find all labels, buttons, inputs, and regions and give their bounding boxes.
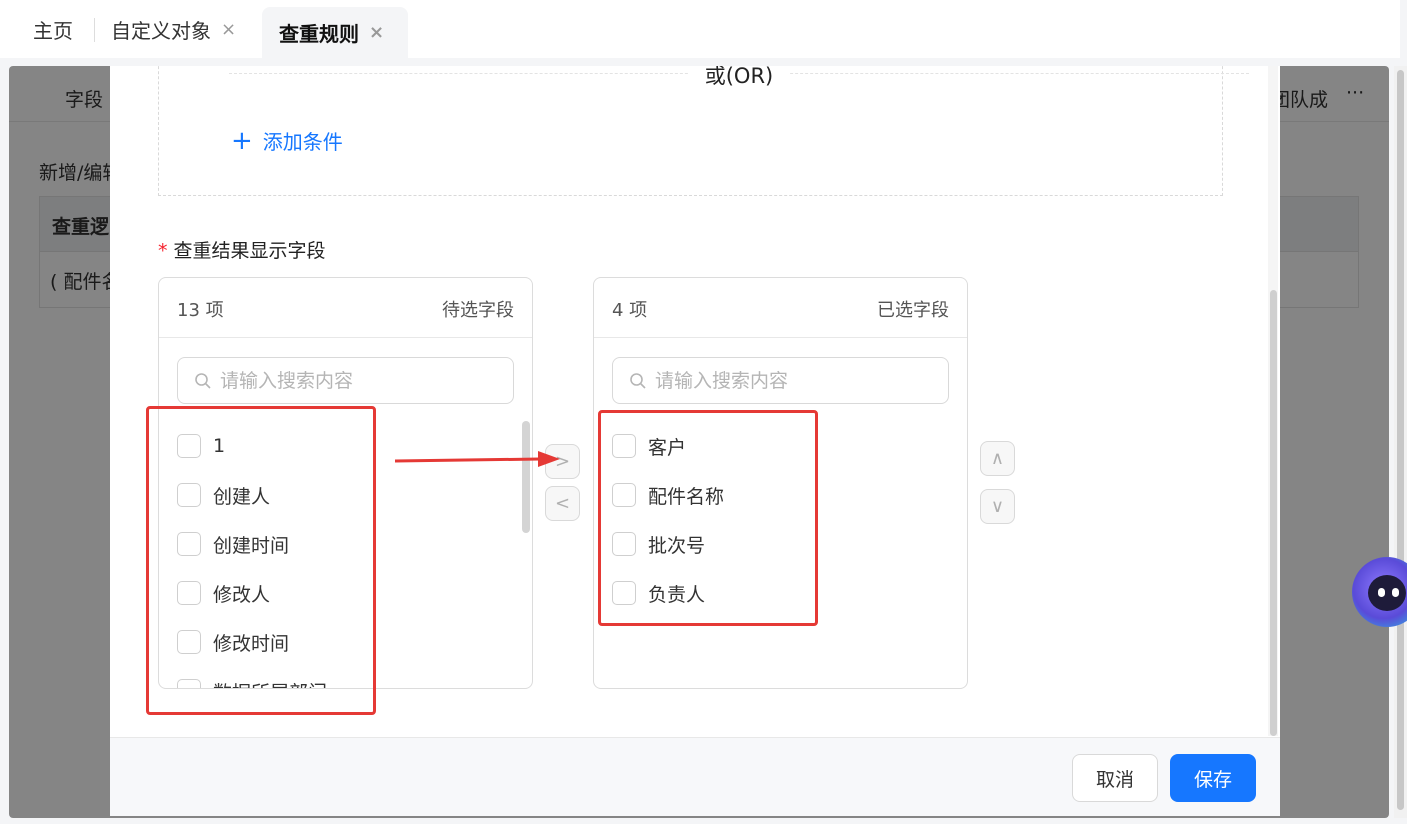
selected-fields-title: 已选字段 [877,300,949,321]
save-button[interactable]: 保存 [1170,754,1256,802]
tab-custom-object[interactable]: 自定义对象 × [111,0,236,58]
selected-fields-count: 4 项 [612,300,648,321]
available-fields-count: 13 项 [177,300,224,321]
add-condition-label: 添加条件 [262,130,343,154]
condition-group: 或(OR) + 添加条件 [158,66,1249,196]
move-up-button[interactable]: ∧ [980,441,1015,476]
display-fields-label: * 查重结果显示字段 [158,236,326,263]
tab-custom-object-label: 自定义对象 [111,18,211,43]
cancel-button[interactable]: 取消 [1072,754,1158,802]
tab-home-label: 主页 [33,18,73,43]
available-fields-search-input[interactable] [220,369,500,392]
available-fields-header: 13 项 待选字段 [159,278,532,338]
search-icon [195,372,211,389]
display-fields-label-text: 查重结果显示字段 [173,240,326,262]
close-icon[interactable]: × [221,19,236,40]
chevron-up-icon: ∧ [990,448,1005,469]
page-scrollbar-thumb[interactable] [1397,70,1404,810]
modal-footer: 取消 保存 [110,737,1280,816]
search-icon [630,372,646,389]
selected-fields-search-input[interactable] [655,369,935,392]
chevron-down-icon: ∨ [990,496,1005,517]
move-left-button[interactable]: < [545,486,580,521]
bot-eye-left [1378,588,1385,597]
available-fields-search[interactable] [177,357,514,404]
tab-home[interactable]: 主页 [33,0,73,58]
selected-fields-search[interactable] [612,357,949,404]
available-fields-title: 待选字段 [442,300,514,321]
chevron-left-icon: < [554,493,571,514]
bot-eye-right [1392,588,1399,597]
close-icon[interactable]: × [369,22,384,43]
plus-icon: + [231,125,253,156]
add-condition-button[interactable]: + 添加条件 [231,126,343,155]
tab-divider [94,18,95,42]
move-down-button[interactable]: ∨ [980,489,1015,524]
tab-dedupe-rules-label: 查重规则 [279,22,359,46]
annotation-box-available [146,406,376,715]
or-label: 或(OR) [689,66,789,90]
required-mark: * [158,240,168,262]
annotation-arrow-icon [394,451,560,467]
selected-fields-header: 4 项 已选字段 [594,278,967,338]
modal-scrollbar-thumb[interactable] [1270,290,1277,736]
assistant-bot-face [1368,575,1406,611]
top-tab-bar: 主页 自定义对象 × 查重规则 × [0,0,1400,58]
annotation-box-selected [598,410,818,626]
available-fields-scrollbar[interactable] [522,421,530,533]
tab-dedupe-rules[interactable]: 查重规则 × [262,7,408,58]
